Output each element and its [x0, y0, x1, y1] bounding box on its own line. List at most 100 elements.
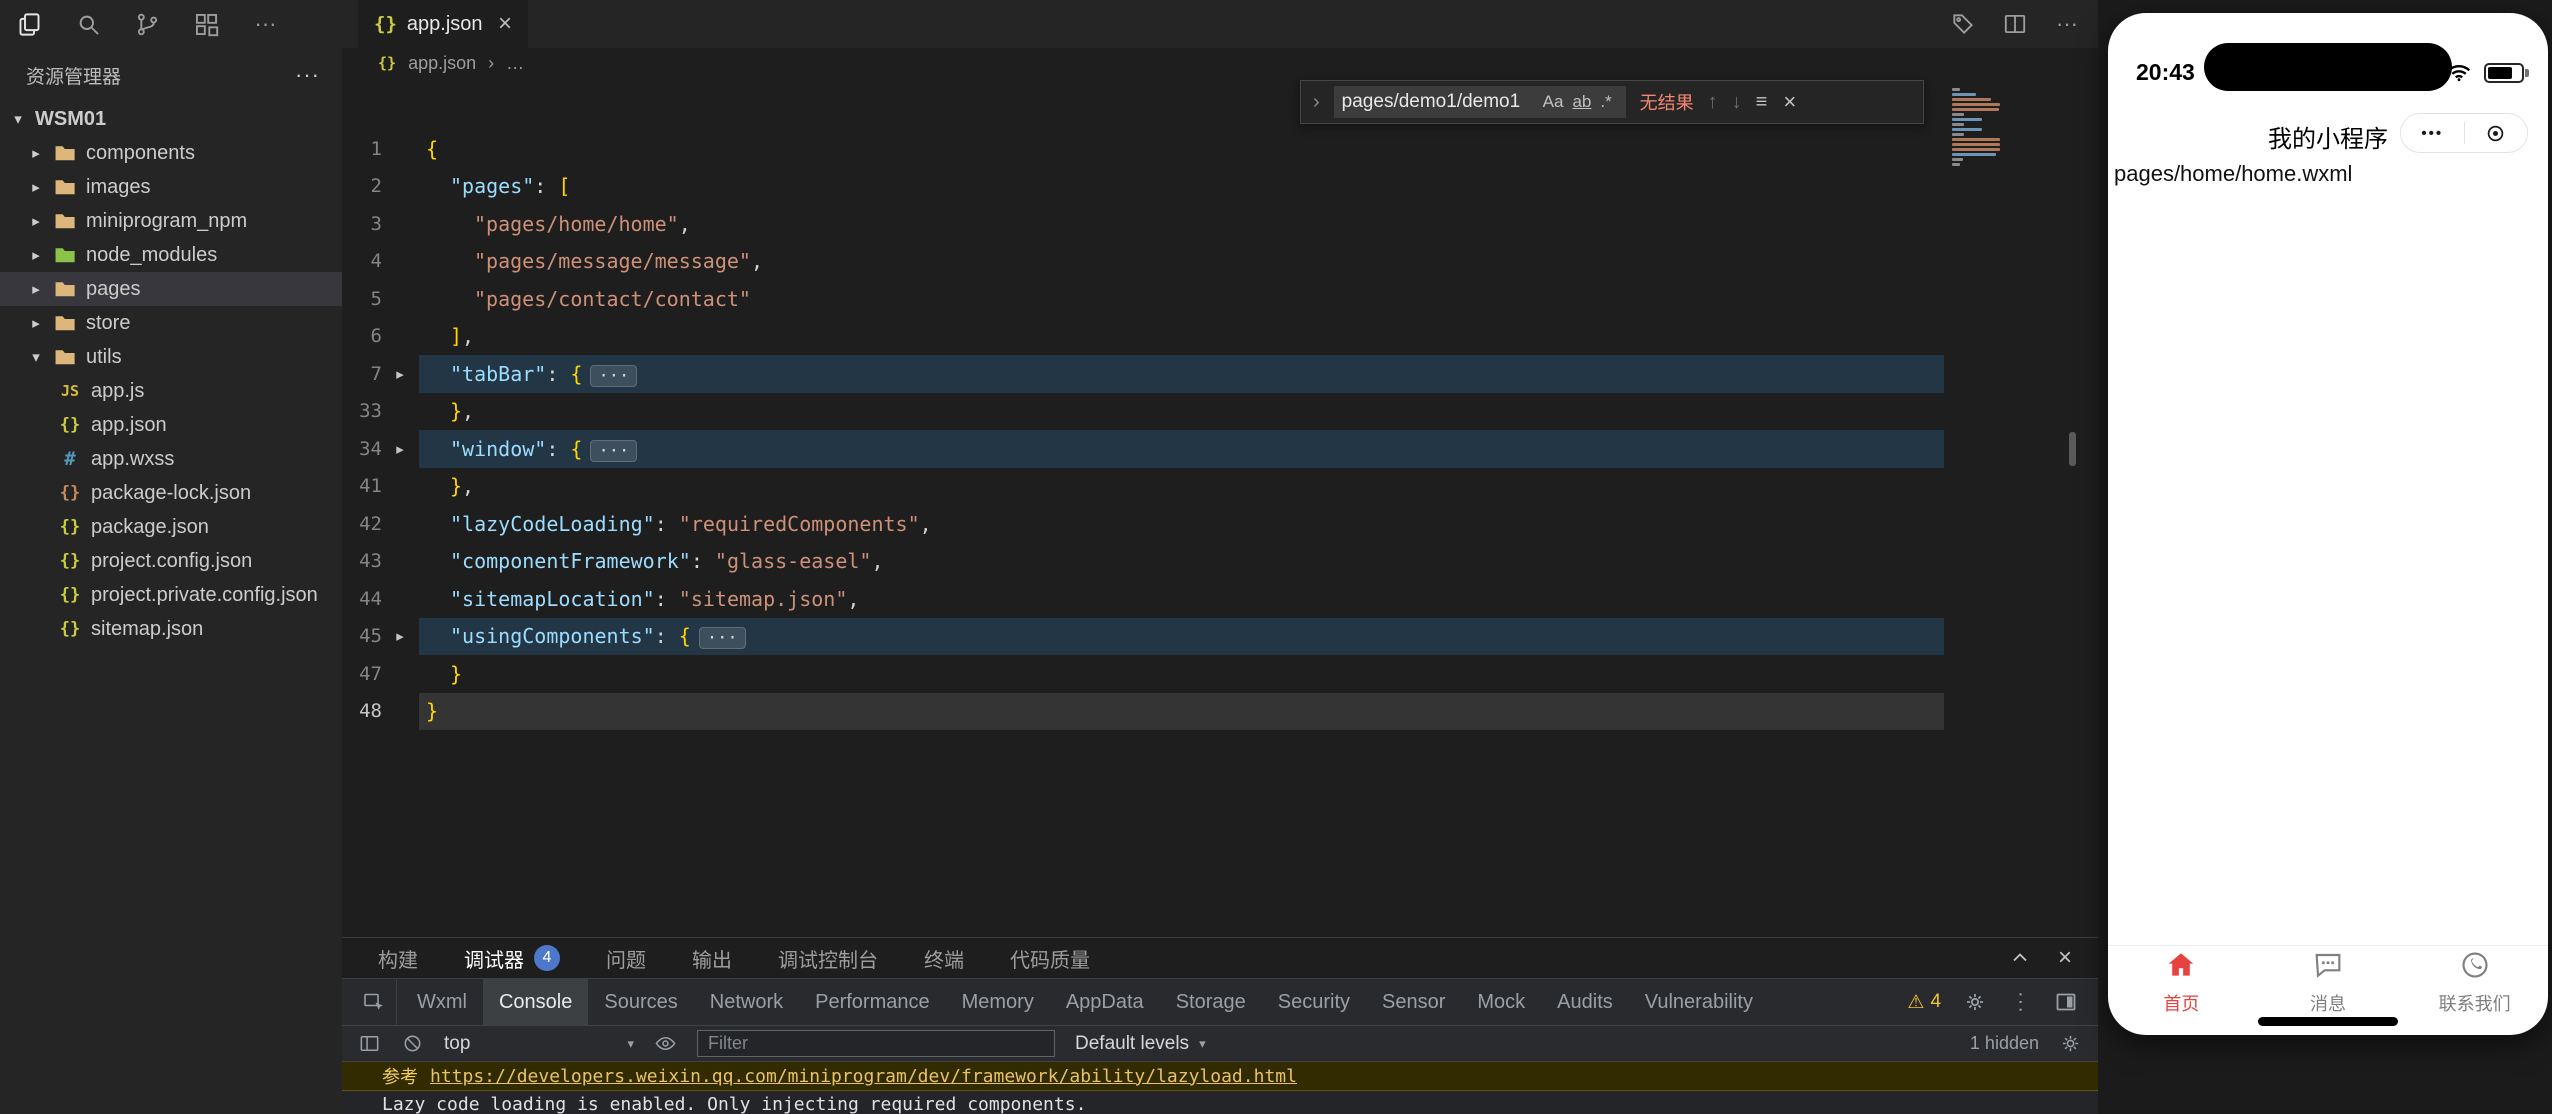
code-line-45[interactable]: 45▸"usingComponents": {···	[342, 618, 2098, 656]
explorer-item-app-js[interactable]: JSapp.js	[0, 374, 342, 408]
devtools-tab-performance[interactable]: Performance	[799, 979, 946, 1025]
whole-word-toggle[interactable]: ab	[1572, 92, 1591, 112]
explorer-item-sitemap-json[interactable]: {}sitemap.json	[0, 612, 342, 646]
search-icon[interactable]	[75, 11, 102, 38]
code-line-42[interactable]: 42"lazyCodeLoading": "requiredComponents…	[342, 505, 2098, 543]
code-line-1[interactable]: 1{	[342, 130, 2098, 168]
explorer-more-icon[interactable]: ···	[295, 62, 320, 88]
next-match-icon[interactable]: ↓	[1732, 91, 1742, 114]
extensions-icon[interactable]	[193, 11, 220, 38]
explorer-item-miniprogram-npm[interactable]: ▸miniprogram_npm	[0, 204, 342, 238]
fold-chevron-icon[interactable]: ▸	[382, 627, 418, 645]
console-settings-icon[interactable]	[2059, 1032, 2082, 1055]
code-line-2[interactable]: 2"pages": [	[342, 168, 2098, 206]
log-levels-select[interactable]: Default levels ▾	[1075, 1033, 1206, 1055]
fold-chevron-icon[interactable]: ▸	[382, 440, 418, 458]
panel-tab-0[interactable]: 构建	[378, 944, 418, 973]
panel-tab-2[interactable]: 问题	[606, 944, 646, 973]
chevron-right-icon[interactable]: ▸	[28, 178, 44, 196]
devtools-tab-console[interactable]: Console	[483, 979, 588, 1025]
chevron-down-icon[interactable]: ▾	[28, 348, 44, 366]
explorer-item-package-lock-json[interactable]: {}package-lock.json	[0, 476, 342, 510]
code-line-44[interactable]: 44"sitemapLocation": "sitemap.json",	[342, 580, 2098, 618]
devtools-tab-memory[interactable]: Memory	[946, 979, 1050, 1025]
toggle-replace-icon[interactable]: ›	[1313, 91, 1320, 114]
chevron-right-icon[interactable]: ▸	[28, 280, 44, 298]
files-icon[interactable]	[16, 11, 43, 38]
console-sidebar-icon[interactable]	[358, 1032, 381, 1055]
folded-region-ellipsis[interactable]: ···	[699, 627, 746, 649]
code-line-43[interactable]: 43"componentFramework": "glass-easel",	[342, 543, 2098, 581]
devtools-tab-sensor[interactable]: Sensor	[1366, 979, 1461, 1025]
explorer-item-project-config-json[interactable]: {}project.config.json	[0, 544, 342, 578]
explorer-item-utils[interactable]: ▾utils	[0, 340, 342, 374]
tabbar-item-contact[interactable]: 联系我们	[2401, 946, 2548, 1018]
code-line-47[interactable]: 47}	[342, 655, 2098, 693]
minimap[interactable]	[1952, 88, 2000, 166]
js-context-select[interactable]: top ▾	[444, 1033, 634, 1055]
source-control-icon[interactable]	[134, 11, 161, 38]
explorer-item-store[interactable]: ▸store	[0, 306, 342, 340]
panel-tab-5[interactable]: 终端	[924, 944, 964, 973]
more-icon[interactable]: ···	[252, 11, 279, 38]
devtools-tab-sources[interactable]: Sources	[588, 979, 693, 1025]
tabbar-item-message[interactable]: 消息	[2255, 946, 2402, 1018]
folded-region-ellipsis[interactable]: ···	[590, 440, 637, 462]
chevron-right-icon[interactable]: ▸	[28, 144, 44, 162]
tabbar-item-home[interactable]: 首页	[2108, 946, 2255, 1018]
devtools-tab-vulnerability[interactable]: Vulnerability	[1629, 979, 1769, 1025]
find-input[interactable]	[1342, 91, 1534, 113]
explorer-item-components[interactable]: ▸components	[0, 136, 342, 170]
chevron-right-icon[interactable]: ▸	[28, 314, 44, 332]
explorer-item-app-wxss[interactable]: #app.wxss	[0, 442, 342, 476]
code-line-33[interactable]: 33},	[342, 393, 2098, 431]
panel-tab-3[interactable]: 输出	[692, 944, 732, 973]
close-find-icon[interactable]: ×	[1783, 89, 1796, 115]
close-panel-icon[interactable]: ×	[2058, 944, 2072, 972]
panel-tab-6[interactable]: 代码质量	[1010, 944, 1090, 973]
code-line-5[interactable]: 5"pages/contact/contact"	[342, 280, 2098, 318]
regex-toggle[interactable]: .*	[1600, 92, 1611, 112]
code-line-7[interactable]: 7▸"tabBar": {···	[342, 355, 2098, 393]
collapse-panel-icon[interactable]	[2008, 946, 2032, 970]
chevron-right-icon[interactable]: ▸	[28, 212, 44, 230]
dock-side-icon[interactable]	[2054, 990, 2078, 1014]
console-filter-input[interactable]	[697, 1030, 1055, 1057]
capsule-more-button[interactable]: •••	[2401, 114, 2464, 152]
explorer-item-node-modules[interactable]: ▸node_modules	[0, 238, 342, 272]
explorer-item-images[interactable]: ▸images	[0, 170, 342, 204]
hidden-messages-label[interactable]: 1 hidden	[1970, 1033, 2039, 1054]
chevron-down-icon[interactable]: ▾	[10, 110, 26, 128]
previous-match-icon[interactable]: ↑	[1708, 91, 1718, 114]
devtools-tab-mock[interactable]: Mock	[1461, 979, 1541, 1025]
devtools-tab-wxml[interactable]: Wxml	[401, 979, 483, 1025]
devtools-tab-audits[interactable]: Audits	[1541, 979, 1629, 1025]
devtools-tab-network[interactable]: Network	[694, 979, 799, 1025]
match-case-toggle[interactable]: Aa	[1543, 92, 1564, 112]
explorer-item-project-private-config-json[interactable]: {}project.private.config.json	[0, 578, 342, 612]
close-tab-icon[interactable]: ×	[498, 12, 512, 36]
home-indicator[interactable]	[2258, 1017, 2398, 1026]
warnings-badge[interactable]: ⚠ 4	[1907, 991, 1941, 1014]
more-icon[interactable]: ···	[2054, 11, 2080, 37]
code-line-3[interactable]: 3"pages/home/home",	[342, 205, 2098, 243]
panel-tab-4[interactable]: 调试控制台	[778, 944, 878, 973]
clear-console-icon[interactable]	[401, 1032, 424, 1055]
panel-tab-1[interactable]: 调试器4	[464, 944, 560, 973]
breadcrumb-file[interactable]: app.json	[408, 53, 476, 74]
devtools-tab-appdata[interactable]: AppData	[1050, 979, 1160, 1025]
explorer-item-app-json[interactable]: {}app.json	[0, 408, 342, 442]
editor-scrollbar[interactable]	[2069, 432, 2076, 466]
folded-region-ellipsis[interactable]: ···	[590, 365, 637, 387]
explorer-item-package-json[interactable]: {}package.json	[0, 510, 342, 544]
split-editor-icon[interactable]	[2002, 11, 2028, 37]
code-editor[interactable]: › Aa ab .* 无结果 ↑ ↓ ≡ × 1{2"pages": [3"pa…	[342, 78, 2098, 937]
inspect-element-icon[interactable]	[352, 979, 397, 1025]
code-line-48[interactable]: 48}	[342, 693, 2098, 731]
breadcrumb-more[interactable]: …	[506, 53, 524, 74]
editor-tab-app-json[interactable]: {} app.json ×	[358, 0, 528, 48]
explorer-item-pages[interactable]: ▸pages	[0, 272, 342, 306]
devtools-more-icon[interactable]: ···	[2009, 991, 2032, 1014]
tag-icon[interactable]	[1950, 11, 1976, 37]
find-input-box[interactable]: Aa ab .*	[1334, 86, 1626, 118]
